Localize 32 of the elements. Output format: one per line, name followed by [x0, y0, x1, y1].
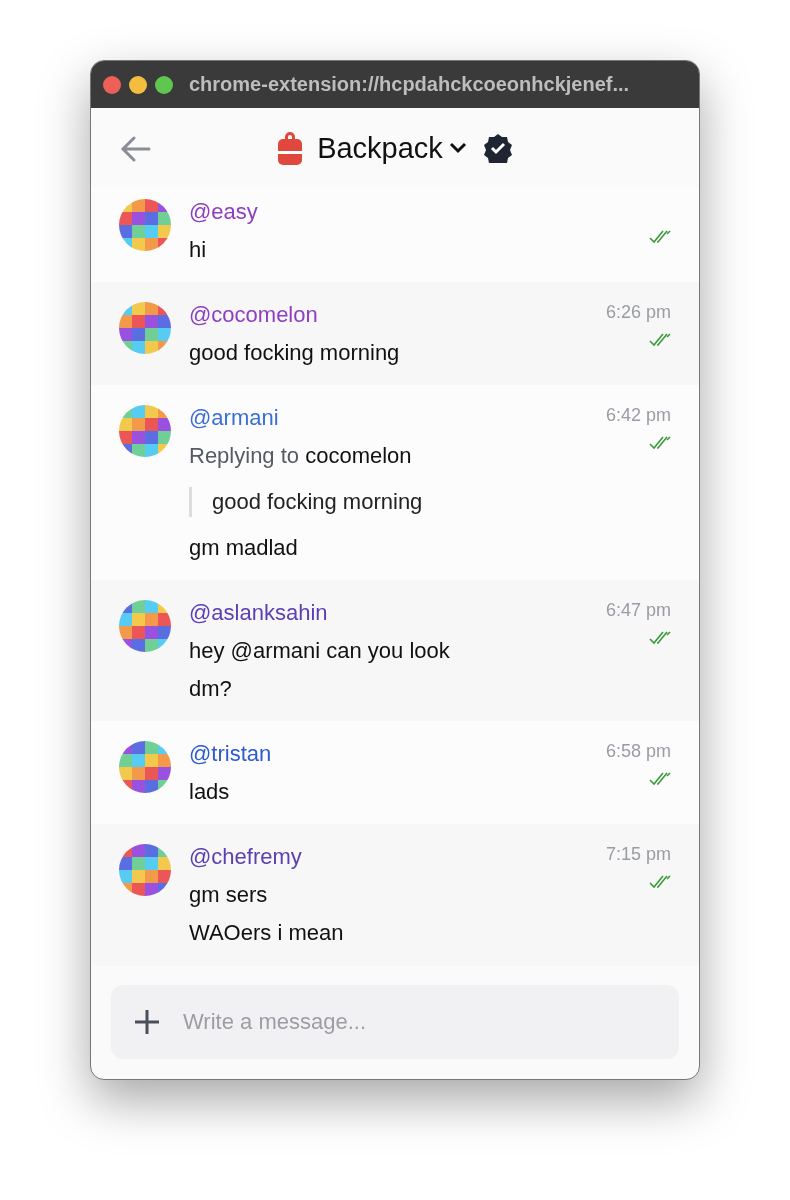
username[interactable]: @chefremy [189, 844, 588, 870]
message-text: good focking morning [189, 340, 401, 366]
message-text: lads [189, 779, 231, 805]
message-text: gm sers [189, 882, 269, 908]
message-text: WAOers i mean [189, 920, 345, 946]
message-time: 7:15 pm [605, 844, 671, 865]
window-url: chrome-extension://hcpdahckcoeonhckjenef... [189, 73, 630, 96]
wallet-title[interactable]: Backpack [317, 131, 443, 165]
message-input[interactable]: Write a message... [181, 1008, 657, 1036]
message-text: hey @armani can you look [189, 638, 451, 664]
close-button[interactable] [103, 75, 121, 94]
back-button[interactable] [119, 134, 153, 164]
username[interactable]: @aslanksahin [189, 600, 588, 626]
message-time: 6:47 pm [605, 600, 671, 621]
username[interactable]: @tristan [189, 741, 588, 767]
message-composer[interactable]: Write a message... [111, 985, 679, 1059]
message-text: hi [189, 237, 208, 263]
quoted-message: good focking morning [189, 487, 423, 517]
message-time: 6:58 pm [605, 741, 671, 762]
username[interactable]: @cocomelon [189, 302, 588, 328]
minimize-button[interactable] [129, 75, 147, 94]
backpack-icon [277, 131, 304, 165]
zoom-button[interactable] [155, 75, 173, 94]
message-text: gm madlad [189, 535, 299, 561]
username[interactable]: @easy [189, 199, 631, 225]
message-time: 6:42 pm [605, 405, 671, 426]
message-time: 6:26 pm [605, 302, 671, 323]
chevron-down-icon[interactable] [448, 142, 467, 154]
reply-label: Replying to cocomelon [189, 443, 413, 469]
add-button[interactable] [133, 1008, 161, 1036]
username[interactable]: @armani [189, 405, 588, 431]
message-text: dm? [189, 676, 233, 702]
